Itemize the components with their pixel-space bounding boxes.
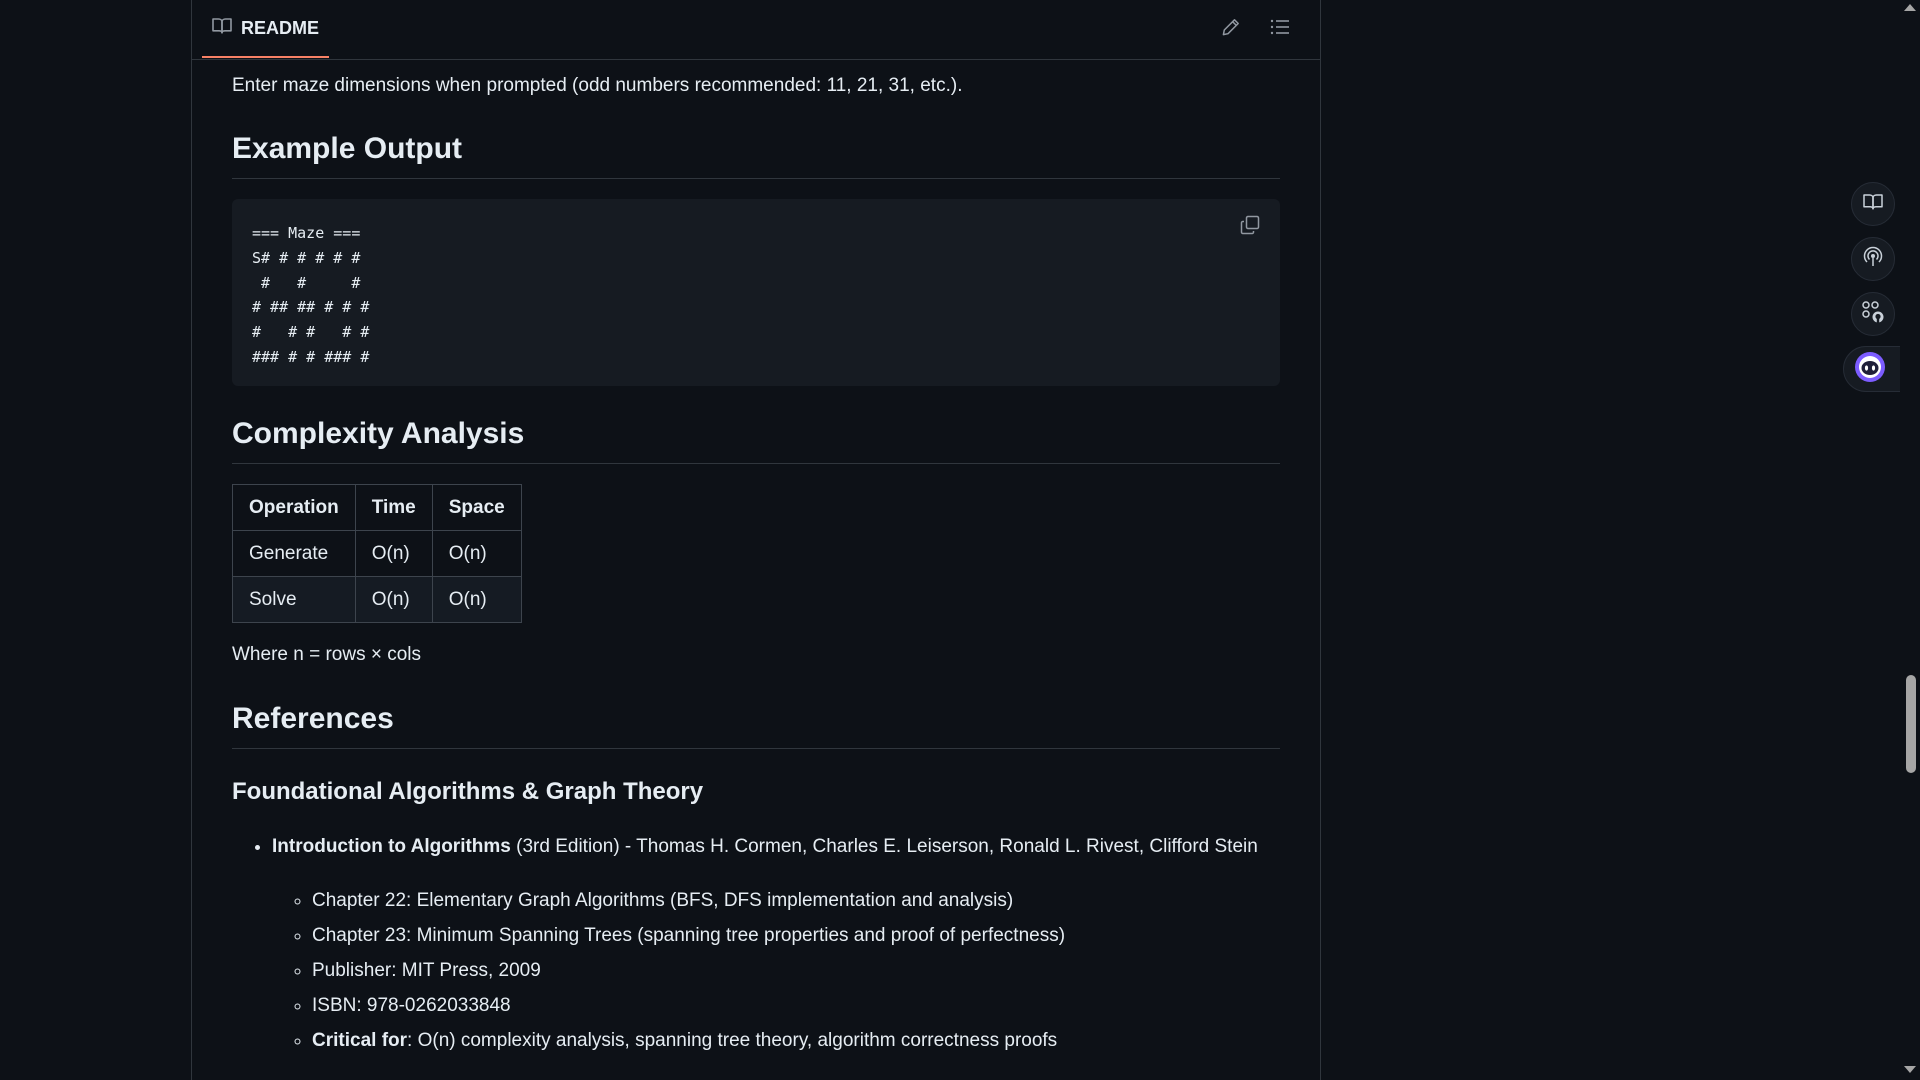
- list-item: Chapter 23: Minimum Spanning Trees (span…: [312, 918, 1320, 953]
- table-cell: O(n): [354, 576, 433, 623]
- where-note: Where n = rows × cols: [232, 644, 422, 665]
- complexity-analysis-heading: Complexity Analysis: [232, 415, 1280, 464]
- table-header-cell: Space: [431, 484, 522, 531]
- page: README Enter maze dimensions when prompt…: [0, 0, 1920, 1080]
- critical-label: Critical for: [312, 1030, 408, 1051]
- book-icon: [212, 17, 232, 40]
- ref-sub-list: Chapter 22: Elementary Graph Algorithms …: [272, 883, 1320, 1058]
- list-item: Introduction to Algorithms (3rd Edition)…: [272, 833, 1320, 1058]
- copy-icon: [1240, 215, 1260, 240]
- list-item: Critical for: O(n) complexity analysis, …: [312, 1023, 1320, 1058]
- side-broadcast-button[interactable]: [1851, 237, 1895, 281]
- table-cell: O(n): [354, 530, 433, 577]
- broadcast-icon: [1862, 246, 1884, 273]
- list-item: ISBN: 978-0262033848: [312, 988, 1320, 1023]
- scroll-down-arrow[interactable]: [1904, 1066, 1916, 1073]
- table-cell: Solve: [232, 576, 356, 623]
- references-heading: References: [232, 700, 1280, 749]
- example-output-heading: Example Output: [232, 130, 1280, 179]
- readme-tab[interactable]: README: [202, 0, 330, 58]
- reference-list: Introduction to Algorithms (3rd Edition)…: [232, 833, 1320, 1058]
- table-header-cell: Time: [354, 484, 433, 531]
- intro-paragraph: Enter maze dimensions when prompted (odd…: [232, 75, 963, 96]
- table-cell: Generate: [232, 530, 356, 577]
- readme-card: README Enter maze dimensions when prompt…: [191, 0, 1321, 1080]
- table-cell: O(n): [431, 530, 522, 577]
- table-row: Solve O(n) O(n): [232, 576, 522, 623]
- complexity-table: Operation Time Space Generate O(n) O(n) …: [232, 484, 522, 623]
- list-item: Chapter 22: Elementary Graph Algorithms …: [312, 883, 1320, 918]
- scrollbar[interactable]: [1900, 0, 1920, 1080]
- book-icon: [1863, 193, 1883, 216]
- side-apps-button[interactable]: [1851, 292, 1895, 336]
- code-block: === Maze === S# # # # # # # # # # ## ## …: [232, 199, 1280, 386]
- table-cell: O(n): [431, 576, 522, 623]
- copy-button[interactable]: [1236, 213, 1264, 241]
- foundational-heading: Foundational Algorithms & Graph Theory: [232, 778, 704, 805]
- table-header-cell: Operation: [232, 484, 356, 531]
- ref-title: Introduction to Algorithms: [272, 836, 511, 857]
- list-item: Publisher: MIT Press, 2009: [312, 953, 1320, 988]
- code-text: === Maze === S# # # # # # # # # # ## ## …: [252, 224, 370, 366]
- copilot-icon: [1854, 351, 1886, 388]
- side-reader-button[interactable]: [1851, 182, 1895, 226]
- edit-button[interactable]: [1216, 14, 1246, 44]
- critical-text: : O(n) complexity analysis, spanning tre…: [407, 1030, 1058, 1051]
- pencil-icon: [1222, 18, 1240, 41]
- apps-github-icon: [1861, 300, 1885, 329]
- table-row: Generate O(n) O(n): [232, 530, 522, 577]
- readme-header: README: [192, 0, 1320, 60]
- ref-authors: (3rd Edition) - Thomas H. Cormen, Charle…: [510, 836, 1258, 857]
- list-icon: [1270, 18, 1290, 41]
- outline-button[interactable]: [1265, 14, 1295, 44]
- scroll-thumb[interactable]: [1906, 675, 1916, 773]
- readme-tab-label: README: [241, 17, 320, 38]
- table-header-row: Operation Time Space: [232, 484, 522, 531]
- scroll-up-arrow[interactable]: [1904, 4, 1916, 11]
